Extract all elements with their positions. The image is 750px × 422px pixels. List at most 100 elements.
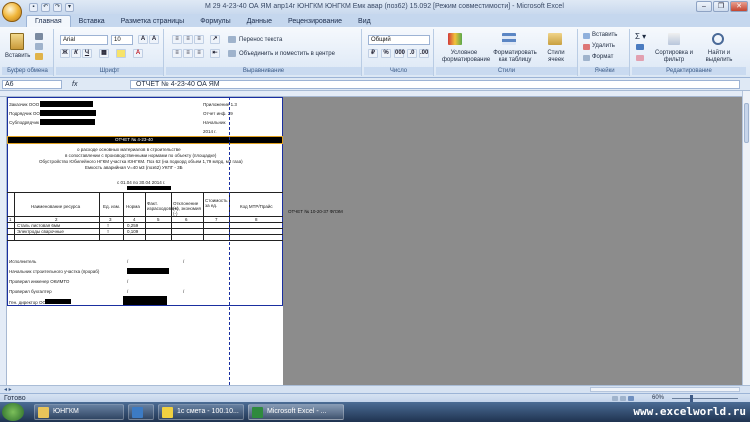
formula-input[interactable]: ОТЧЕТ № 4-23-40 ОА ЯМ (130, 80, 740, 89)
tab-data[interactable]: Данные (239, 16, 280, 27)
office-button[interactable] (2, 2, 22, 22)
col-num: 6 (185, 217, 188, 222)
page-layout-view-icon[interactable] (620, 396, 626, 401)
find-select-button[interactable]: Найти и выделить (698, 50, 740, 64)
wrap-text-icon (228, 36, 236, 43)
font-size-combo[interactable]: 10 (111, 35, 133, 45)
shrink-font-icon[interactable]: A (149, 35, 159, 44)
page-break-area (283, 97, 742, 385)
taskbar-item-folder[interactable]: ЮНГКМ (34, 404, 124, 420)
tab-page-layout[interactable]: Разметка страницы (113, 16, 193, 27)
decrease-indent-icon[interactable]: ⇤ (210, 49, 220, 58)
col-num: 4 (133, 217, 136, 222)
tab-home[interactable]: Главная (26, 15, 71, 27)
conditional-format-button[interactable]: Условное форматирование (442, 50, 490, 64)
paste-icon[interactable] (10, 33, 24, 50)
align-right-icon[interactable]: ≡ (194, 49, 204, 58)
worksheet-grid[interactable]: Заказчик ООО Подрядчик ООО Субподрядчик … (0, 91, 742, 385)
tab-formulas[interactable]: Формулы (192, 16, 238, 27)
fx-icon[interactable]: fx (72, 81, 77, 88)
font-color-icon[interactable]: A (133, 49, 143, 58)
redacted-block (123, 296, 167, 305)
format-painter-icon[interactable] (35, 53, 43, 60)
zoom-level[interactable]: 60% (652, 395, 664, 401)
tab-insert[interactable]: Вставка (71, 16, 113, 27)
sign-slash: / (127, 279, 129, 284)
sheet-nav-icon[interactable]: ◂ ▸ (4, 386, 12, 393)
number-format-combo[interactable]: Общий (368, 35, 430, 45)
app-icon (132, 407, 143, 418)
normal-view-icon[interactable] (612, 396, 618, 401)
fill-icon[interactable] (636, 44, 644, 50)
clear-icon[interactable] (636, 55, 644, 61)
tab-review[interactable]: Рецензирование (280, 16, 350, 27)
font-name-combo[interactable]: Arial (60, 35, 108, 45)
grow-font-icon[interactable]: A (138, 35, 148, 44)
increase-decimal-icon[interactable]: .0 (407, 49, 417, 58)
paste-button[interactable]: Вставить (5, 53, 30, 59)
percent-icon[interactable]: % (381, 49, 391, 58)
undo-icon[interactable]: ↶ (41, 2, 50, 12)
table-col-line (203, 192, 204, 240)
align-middle-icon[interactable]: ≡ (183, 35, 193, 44)
redacted-block (45, 299, 71, 304)
vertical-scrollbar[interactable] (742, 91, 750, 385)
redo-icon[interactable]: ↷ (53, 2, 62, 12)
start-button[interactable] (2, 403, 24, 421)
contractor-label: Подрядчик ООО (9, 111, 44, 116)
zoom-slider[interactable] (672, 398, 738, 399)
sign-accountant: Проверил бухгалтер (9, 289, 52, 294)
decrease-decimal-icon[interactable]: .00 (419, 49, 429, 58)
align-center-icon[interactable]: ≡ (183, 49, 193, 58)
format-as-table-button[interactable]: Форматировать как таблицу (492, 50, 538, 64)
scrollbar-thumb[interactable] (744, 103, 749, 143)
taskbar-item-excel[interactable]: Microsoft Excel - ... (248, 404, 344, 420)
table-col-line (14, 192, 15, 240)
borders-icon[interactable]: ▦ (99, 49, 109, 58)
name-box[interactable]: A6 (2, 80, 62, 89)
currency-icon[interactable]: ₽ (368, 49, 378, 58)
alignment-group: ≡ ≡ ≡ ↗ Перенос текста ≡ ≡ ≡ ⇤ Объединит… (166, 29, 362, 76)
quick-access-dropdown-icon[interactable]: ▾ (65, 2, 74, 12)
bold-button[interactable]: Ж (60, 49, 70, 58)
autosum-icon[interactable]: Σ ▾ (635, 32, 646, 41)
col-header-cost: Стоимость за ед. (205, 198, 228, 208)
excel-icon (252, 407, 263, 418)
cell-styles-button[interactable]: Стили ячеек (542, 50, 570, 64)
italic-button[interactable]: К (71, 49, 81, 58)
zoom-slider-thumb[interactable] (690, 395, 693, 402)
wrap-text-button[interactable]: Перенос текста (239, 37, 282, 43)
fill-color-icon[interactable] (116, 49, 126, 58)
row-headers (0, 97, 7, 385)
col-header-norm: Норма (126, 204, 140, 209)
minimize-button[interactable]: – (696, 1, 712, 12)
col-num: 1 (9, 217, 12, 222)
insert-cells-button[interactable]: Вставить (592, 32, 617, 38)
window-title: М 29 4-23-40 ОА ЯМ апр14г ЮНГКМ ЮНГКМ Ем… (205, 3, 564, 10)
number-group: Общий ₽ % 000 .0 .00 Число (364, 29, 434, 76)
copy-icon[interactable] (35, 43, 43, 50)
taskbar-item-1c[interactable]: 1с смета - 100.10... (158, 404, 244, 420)
align-left-icon[interactable]: ≡ (172, 49, 182, 58)
sign-slash: / (127, 259, 129, 264)
comma-style-icon[interactable]: 000 (394, 49, 405, 58)
table-row-1-unit: т (107, 223, 110, 228)
save-icon[interactable]: ▪ (29, 2, 38, 12)
merge-center-button[interactable]: Объединить и поместить в центре (239, 51, 335, 57)
cut-icon[interactable] (35, 33, 43, 40)
maximize-button[interactable]: ❐ (713, 1, 729, 12)
taskbar-item-app[interactable] (128, 404, 154, 420)
underline-button[interactable]: Ч (82, 49, 92, 58)
horizontal-scrollbar[interactable] (590, 387, 740, 392)
orientation-icon[interactable]: ↗ (210, 35, 220, 44)
align-bottom-icon[interactable]: ≡ (194, 35, 204, 44)
clipboard-group-label: Буфер обмена (2, 67, 53, 75)
close-button[interactable]: ✕ (730, 1, 748, 12)
tab-view[interactable]: Вид (350, 16, 379, 27)
sort-filter-button[interactable]: Сортировка и фильтр (654, 50, 694, 64)
align-top-icon[interactable]: ≡ (172, 35, 182, 44)
ribbon: Вставить Буфер обмена Arial 10 A A Ж К Ч… (0, 27, 750, 78)
format-cells-button[interactable]: Формат (592, 54, 613, 60)
delete-cells-button[interactable]: Удалить (592, 43, 615, 49)
page-break-view-icon[interactable] (628, 396, 634, 401)
